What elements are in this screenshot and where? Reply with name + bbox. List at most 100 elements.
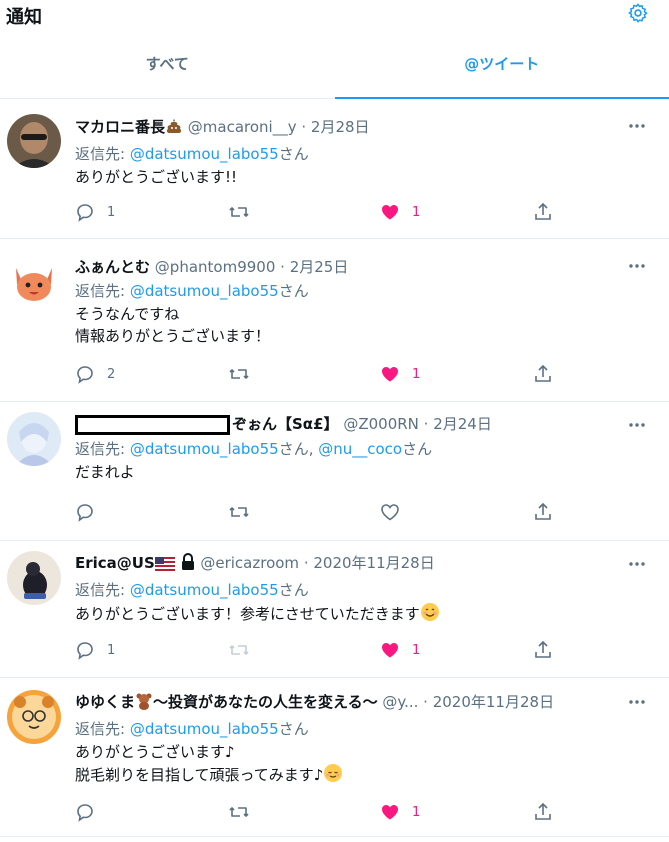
reply-button[interactable] bbox=[75, 801, 107, 823]
tab-mentions[interactable]: @ツイート bbox=[334, 28, 669, 99]
teddy-bear-icon bbox=[135, 692, 153, 715]
share-button[interactable] bbox=[533, 801, 553, 823]
like-button[interactable]: 1 bbox=[380, 801, 420, 823]
separator-dot: · bbox=[296, 118, 311, 136]
reply-suffix: さん bbox=[402, 440, 433, 458]
tweet-item[interactable]: Erica@US @ericazroom · 2020年11月28日 返信先: … bbox=[0, 541, 669, 678]
reply-suffix: さん bbox=[278, 282, 309, 300]
tweet-actions: 1 1 bbox=[75, 639, 565, 661]
tweet-date[interactable]: 2月24日 bbox=[433, 415, 492, 433]
tweet-text: そうなんですね 情報ありがとうございます！ bbox=[75, 305, 271, 345]
share-button[interactable] bbox=[533, 639, 553, 661]
share-button[interactable] bbox=[533, 363, 553, 385]
heart-filled-icon bbox=[382, 643, 398, 658]
retweet-button[interactable] bbox=[228, 201, 250, 223]
display-name-suffix[interactable]: ～投資があなたの人生を変える～ bbox=[153, 693, 378, 711]
share-icon bbox=[535, 802, 551, 820]
user-handle[interactable]: @phantom9900 bbox=[155, 258, 276, 276]
avatar[interactable] bbox=[7, 412, 61, 466]
tweet-item[interactable]: ゆゆくま ～投資があなたの人生を変える～ @y... · 2020年11月28日 … bbox=[0, 678, 669, 837]
reply-link[interactable]: @datsumou_labo55 bbox=[130, 720, 279, 738]
reply-link[interactable]: @datsumou_labo55 bbox=[130, 282, 279, 300]
retweet-icon bbox=[229, 645, 249, 655]
reply-to: 返信先: @datsumou_labo55さん, @nu__cocoさん bbox=[75, 439, 649, 459]
more-options-icon[interactable] bbox=[627, 415, 647, 435]
tweet-actions: 2 1 bbox=[75, 363, 565, 385]
display-name[interactable]: ぞぉん【Sα£】 bbox=[232, 415, 339, 433]
tweet-list: マカロニ番長 @macaroni__y · 2月28日 返信先: @datsum… bbox=[0, 99, 669, 837]
share-button[interactable] bbox=[533, 501, 553, 523]
reply-link[interactable]: @datsumou_labo55 bbox=[130, 145, 279, 163]
tweet-date[interactable]: 2020年11月28日 bbox=[433, 693, 554, 711]
smiling-face-icon bbox=[420, 602, 440, 628]
user-handle[interactable]: @macaroni__y bbox=[188, 118, 297, 136]
display-name[interactable]: ゆゆくま bbox=[75, 693, 135, 711]
tweet-item[interactable]: マカロニ番長 @macaroni__y · 2月28日 返信先: @datsum… bbox=[0, 99, 669, 239]
relieved-face-icon bbox=[323, 763, 343, 789]
tweet-header: ふぁんとむ @phantom9900 · 2月25日 bbox=[75, 257, 649, 277]
reply-separator: さん, bbox=[278, 440, 319, 458]
tweet-date[interactable]: 2月28日 bbox=[311, 118, 370, 136]
reply-button[interactable] bbox=[75, 501, 107, 523]
reply-suffix: さん bbox=[278, 581, 309, 599]
display-name[interactable]: ふぁんとむ bbox=[75, 258, 150, 276]
avatar[interactable] bbox=[7, 254, 61, 308]
user-handle[interactable]: @ericazroom bbox=[200, 554, 299, 572]
tweet-date[interactable]: 2月25日 bbox=[290, 258, 349, 276]
reply-prefix: 返信先: bbox=[75, 282, 130, 300]
separator-dot: · bbox=[299, 554, 314, 572]
tweet-actions: 1 bbox=[75, 801, 565, 823]
reply-suffix: さん bbox=[278, 145, 309, 163]
display-name[interactable]: Erica@US bbox=[75, 554, 155, 572]
avatar[interactable] bbox=[7, 114, 61, 168]
like-button[interactable]: 1 bbox=[380, 201, 420, 223]
tab-all[interactable]: すべて bbox=[0, 28, 335, 98]
reply-count: 1 bbox=[107, 204, 116, 220]
tweet-item[interactable]: ぞぉん【Sα£】 @Z000RN · 2月24日 返信先: @datsumou_… bbox=[0, 402, 669, 541]
tweet-text: ありがとうございます!! bbox=[75, 168, 238, 186]
gear-icon[interactable] bbox=[627, 2, 649, 24]
avatar[interactable] bbox=[7, 690, 61, 744]
retweet-button[interactable] bbox=[228, 363, 250, 385]
display-name[interactable]: マカロニ番長 bbox=[75, 118, 165, 136]
like-count: 1 bbox=[412, 204, 421, 220]
reply-prefix: 返信先: bbox=[75, 440, 130, 458]
more-options-icon[interactable] bbox=[627, 116, 647, 136]
reply-button[interactable]: 2 bbox=[75, 363, 115, 385]
like-button[interactable] bbox=[380, 501, 412, 523]
reply-link[interactable]: @datsumou_labo55 bbox=[130, 440, 279, 458]
like-button[interactable]: 1 bbox=[380, 363, 420, 385]
reply-to: 返信先: @datsumou_labo55さん bbox=[75, 580, 649, 600]
more-options-icon[interactable] bbox=[627, 554, 647, 574]
separator-dot: · bbox=[418, 415, 434, 433]
heart-filled-icon bbox=[382, 205, 398, 220]
reply-icon bbox=[77, 504, 93, 522]
heart-filled-icon bbox=[382, 367, 398, 382]
tweet-date[interactable]: 2020年11月28日 bbox=[313, 554, 434, 572]
reply-icon bbox=[77, 642, 93, 660]
avatar[interactable] bbox=[7, 551, 61, 605]
reply-count: 2 bbox=[107, 366, 116, 382]
retweet-button[interactable] bbox=[228, 501, 250, 523]
lock-icon bbox=[180, 553, 196, 576]
retweet-button[interactable] bbox=[228, 639, 250, 661]
retweet-icon bbox=[229, 807, 249, 817]
share-button[interactable] bbox=[533, 201, 553, 223]
like-button[interactable]: 1 bbox=[380, 639, 420, 661]
page-title: 通知 bbox=[6, 7, 42, 28]
user-handle[interactable]: @y... bbox=[382, 693, 418, 711]
reply-button[interactable]: 1 bbox=[75, 201, 115, 223]
more-options-icon[interactable] bbox=[627, 692, 647, 712]
reply-link[interactable]: @nu__coco bbox=[318, 440, 402, 458]
user-handle[interactable]: @Z000RN bbox=[343, 415, 419, 433]
tweet-header: ぞぉん【Sα£】 @Z000RN · 2月24日 bbox=[75, 414, 649, 435]
reply-button[interactable]: 1 bbox=[75, 639, 115, 661]
tweet-item[interactable]: ふぁんとむ @phantom9900 · 2月25日 返信先: @datsumo… bbox=[0, 239, 669, 402]
separator-dot: · bbox=[275, 258, 290, 276]
more-options-icon[interactable] bbox=[627, 256, 647, 276]
us-flag-icon bbox=[154, 556, 175, 576]
retweet-button[interactable] bbox=[228, 801, 250, 823]
reply-link[interactable]: @datsumou_labo55 bbox=[130, 581, 279, 599]
retweet-icon bbox=[229, 207, 249, 217]
tweet-header: ゆゆくま ～投資があなたの人生を変える～ @y... · 2020年11月28日 bbox=[75, 692, 649, 715]
